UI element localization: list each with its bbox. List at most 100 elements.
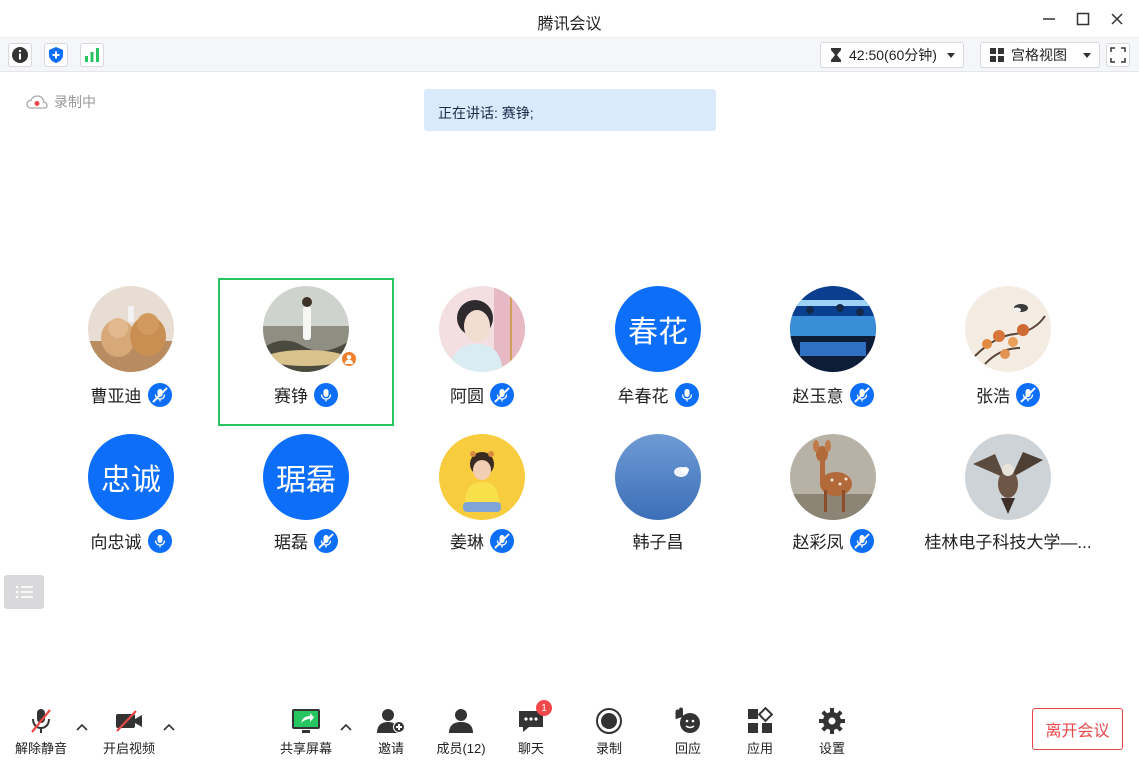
apps-button[interactable]: 应用 (725, 706, 795, 757)
info-button[interactable] (8, 43, 32, 67)
recording-indicator[interactable]: 录制中 (26, 92, 96, 112)
start-video-button[interactable]: 开启视频 (94, 706, 164, 757)
avatar (439, 286, 525, 372)
unmute-button[interactable]: 解除静音 (6, 706, 76, 757)
share-screen-icon (291, 706, 321, 736)
chevron-up-icon[interactable] (76, 722, 88, 732)
participant-tile-active[interactable]: 赛铮 (218, 278, 394, 426)
share-screen-label: 共享屏幕 (279, 741, 332, 756)
cloud-record-icon (26, 95, 48, 109)
view-mode-label: 宫格视图 (1011, 47, 1067, 63)
participant-tile[interactable]: 赵彩凤 (745, 426, 921, 574)
maximize-button[interactable] (1072, 8, 1094, 30)
avatar: 春花 (615, 286, 701, 372)
participant-name: 赵彩凤 (792, 533, 844, 552)
chevron-down-icon (946, 52, 955, 58)
avatar (615, 434, 701, 520)
chat-unread-badge: 1 (536, 700, 552, 716)
close-button[interactable] (1106, 8, 1128, 30)
share-screen-button[interactable]: 共享屏幕 (271, 706, 341, 757)
participant-name: 张浩 (976, 387, 1010, 406)
participant-name: 姜琳 (450, 533, 484, 552)
participant-tile[interactable]: 张浩 (920, 278, 1096, 426)
add-user-icon (376, 706, 406, 736)
speaking-banner: 正在讲话: 赛铮; (424, 89, 716, 131)
mic-muted-icon (849, 528, 874, 553)
members-button[interactable]: 成员(12) (426, 706, 496, 757)
participant-name: 曹亚迪 (90, 387, 142, 406)
record-label: 录制 (595, 741, 622, 756)
members-label: 成员(12) (436, 741, 486, 756)
participant-name-row: 桂林电子科技大学—... (920, 528, 1096, 553)
bottom-control-bar: 解除静音 开启视频 共享屏幕 邀请 成员(12) 1 聊天 录制 回应 应用 设… (0, 692, 1139, 760)
mic-icon (674, 382, 699, 407)
chat-label: 聊天 (517, 741, 544, 756)
network-button[interactable] (80, 43, 104, 67)
chevron-down-icon (1083, 52, 1091, 58)
participant-tile[interactable]: 阿圆 (394, 278, 570, 426)
react-button[interactable]: 回应 (653, 706, 723, 757)
mic-muted-icon (314, 528, 338, 553)
apps-icon (745, 706, 775, 736)
react-label: 回应 (674, 741, 701, 756)
mic-muted-icon (490, 528, 514, 553)
recording-label: 录制中 (54, 94, 96, 110)
participant-name: 向忠诚 (90, 533, 142, 552)
view-mode-select[interactable]: 宫格视图 (980, 42, 1100, 68)
maximize-icon (1076, 12, 1090, 26)
start-video-label: 开启视频 (102, 741, 155, 756)
participant-name: 琚磊 (274, 533, 308, 552)
close-icon (1111, 13, 1123, 25)
list-icon (15, 585, 33, 599)
participant-tile[interactable]: 桂林电子科技大学—... (920, 426, 1096, 574)
participant-tile[interactable]: 忠诚 向忠诚 (43, 426, 219, 574)
invite-label: 邀请 (377, 741, 404, 756)
camera-off-icon (114, 706, 144, 736)
unmute-label: 解除静音 (14, 741, 67, 756)
participant-name-row: 曹亚迪 (43, 382, 219, 407)
participant-tile[interactable]: 赵玉意 (745, 278, 921, 426)
fullscreen-button[interactable] (1106, 43, 1130, 67)
participant-tile[interactable]: 韩子昌 (570, 426, 746, 574)
participant-tile[interactable]: 春花 牟春花 (570, 278, 746, 426)
chevron-up-icon[interactable] (340, 722, 352, 732)
side-list-button[interactable] (4, 575, 44, 609)
participant-tile[interactable]: 曹亚迪 (43, 278, 219, 426)
top-toolbar: 42:50(60分钟) 宫格视图 (0, 38, 1139, 72)
invite-button[interactable]: 邀请 (356, 706, 426, 757)
participant-name: 牟春花 (617, 387, 669, 406)
mic-icon (147, 528, 172, 553)
user-icon (344, 355, 354, 364)
host-badge (340, 350, 358, 368)
participant-name-row: 阿圆 (394, 382, 570, 407)
avatar (790, 286, 876, 372)
avatar: 琚磊 (263, 434, 349, 520)
participant-name-row: 张浩 (920, 382, 1096, 407)
chat-button[interactable]: 1 聊天 (496, 700, 566, 757)
info-icon (12, 47, 28, 63)
avatar (263, 286, 349, 372)
participant-name: 赛铮 (274, 387, 308, 406)
minimize-button[interactable] (1038, 8, 1060, 30)
mic-muted-icon (849, 382, 874, 407)
signal-icon (85, 48, 99, 62)
mic-muted-icon (147, 382, 172, 407)
participant-tile[interactable]: 琚磊 琚磊 (218, 426, 394, 574)
settings-button[interactable]: 设置 (797, 706, 867, 757)
security-button[interactable] (44, 43, 68, 67)
participant-name-row: 向忠诚 (43, 528, 219, 553)
participant-tile[interactable]: 姜琳 (394, 426, 570, 574)
record-button[interactable]: 录制 (574, 706, 644, 757)
meeting-timer[interactable]: 42:50(60分钟) (820, 42, 964, 68)
mic-icon (314, 382, 338, 407)
settings-label: 设置 (818, 741, 845, 756)
title-bar: 腾讯会议 (0, 0, 1139, 38)
leave-meeting-button[interactable]: 离开会议 (1032, 708, 1123, 750)
chevron-up-icon[interactable] (163, 722, 175, 732)
participant-name: 阿圆 (450, 387, 484, 406)
participant-name-row: 赵玉意 (745, 382, 921, 407)
participant-name: 桂林电子科技大学—... (924, 533, 1092, 552)
participant-name-row: 赵彩凤 (745, 528, 921, 553)
avatar (965, 286, 1051, 372)
mic-muted-icon (490, 382, 514, 407)
